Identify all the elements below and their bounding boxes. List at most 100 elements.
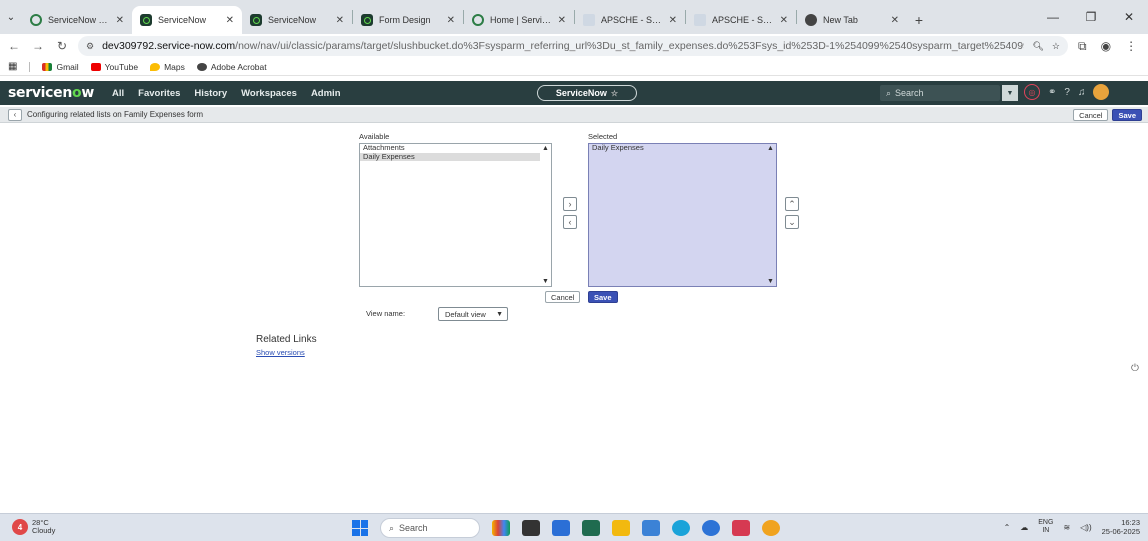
tab-servicenow[interactable]: ServiceNow ✕ [242, 6, 352, 34]
app-icon[interactable] [732, 520, 750, 536]
close-tab-icon[interactable]: ✕ [780, 15, 788, 26]
close-tab-icon[interactable]: ✕ [447, 15, 455, 26]
scrollbar[interactable]: ▲ ▼ [541, 144, 551, 286]
task-view-icon[interactable] [522, 520, 540, 536]
menu-workspaces[interactable]: Workspaces [241, 88, 297, 99]
show-versions-link[interactable]: Show versions [256, 348, 305, 357]
forward-arrow-icon[interactable]: → [28, 39, 48, 53]
help-icon[interactable]: ? [1064, 87, 1070, 98]
menu-admin[interactable]: Admin [311, 88, 341, 99]
tab-form-design[interactable]: Form Design ✕ [353, 6, 463, 34]
close-tab-icon[interactable]: ✕ [226, 15, 234, 26]
app-icon[interactable] [582, 520, 600, 536]
list-item[interactable]: Daily Expenses [360, 152, 540, 161]
chrome-icon [805, 14, 817, 26]
scroll-down-icon[interactable]: ▼ [542, 278, 549, 285]
servicenow-logo[interactable]: servicenow [8, 85, 94, 101]
menu-all[interactable]: All [112, 88, 124, 99]
chat-icon[interactable]: ⚭ [1048, 87, 1056, 98]
add-to-selected-button[interactable]: › [563, 197, 577, 211]
globe-icon[interactable]: ◎ [1024, 84, 1040, 100]
mail-icon[interactable] [642, 520, 660, 536]
bookmark-label: YouTube [104, 61, 139, 72]
cancel-button[interactable]: Cancel [545, 291, 581, 303]
header-save-button[interactable]: Save [1112, 109, 1142, 121]
close-tab-icon[interactable]: ✕ [558, 15, 566, 26]
site-info-icon[interactable]: ⚙ [86, 41, 94, 52]
volume-icon[interactable]: ◁)) [1080, 523, 1091, 532]
close-tab-icon[interactable]: ✕ [116, 15, 124, 26]
scrollbar[interactable]: ▲ ▼ [766, 144, 776, 286]
selected-list[interactable]: Daily Expenses ▲ ▼ [588, 143, 777, 287]
settings-sidebar-icon[interactable]: ⏻ [1131, 363, 1139, 374]
tab-new-tab[interactable]: New Tab ✕ [797, 6, 907, 34]
edge-icon[interactable] [672, 520, 690, 536]
bookmark-gmail[interactable]: Gmail [42, 62, 79, 72]
close-tab-icon[interactable]: ✕ [669, 15, 677, 26]
ms-store-icon[interactable] [552, 520, 570, 536]
scroll-up-icon[interactable]: ▲ [542, 145, 549, 152]
bookmark-label: Adobe Acrobat [210, 61, 267, 72]
tab-search-menu-icon[interactable]: ⌄ [0, 0, 22, 34]
scroll-up-icon[interactable]: ▲ [767, 145, 774, 152]
language-indicator[interactable]: ENG IN [1038, 519, 1053, 535]
bookmark-adobe-acrobat[interactable]: Adobe Acrobat [196, 61, 267, 72]
tab-apsche-1[interactable]: APSCHE - Smartl ✕ [575, 6, 685, 34]
chevron-up-icon[interactable]: ⌃ [1004, 523, 1011, 532]
new-tab-icon[interactable]: + [907, 6, 931, 34]
back-arrow-icon[interactable]: ← [4, 39, 24, 53]
url-field[interactable]: ⚙ dev309792.service-now.com/now/nav/ui/c… [78, 36, 1068, 56]
search-icon: ⌕ [886, 87, 892, 98]
restore-icon[interactable]: ❐ [1072, 10, 1110, 24]
bookmark-youtube[interactable]: YouTube [90, 61, 139, 72]
reload-icon[interactable]: ↻ [52, 39, 72, 53]
clock[interactable]: 16:23 25-06-2025 [1102, 518, 1140, 536]
close-tab-icon[interactable]: ✕ [336, 15, 344, 26]
tab-home-servicenow[interactable]: Home | ServiceN ✕ [464, 6, 574, 34]
avatar[interactable] [1093, 84, 1110, 100]
tab-servicenow-active[interactable]: ServiceNow ✕ [132, 6, 242, 34]
view-name-select[interactable]: Default view ▼ [438, 307, 508, 321]
bookmark-star-icon[interactable]: ☆ [1052, 41, 1060, 52]
close-tab-icon[interactable]: ✕ [891, 15, 899, 26]
chrome-icon[interactable] [762, 520, 780, 536]
tab-apsche-2[interactable]: APSCHE - Smartl ✕ [686, 6, 796, 34]
apps-grid-icon[interactable]: ▦ [8, 61, 17, 72]
zoom-icon[interactable]: 🔍︎ [1032, 41, 1043, 52]
widgets-icon[interactable] [492, 520, 510, 536]
more-menu-icon[interactable]: ⋮ [1125, 39, 1137, 54]
back-button[interactable]: ‹ [8, 108, 22, 121]
taskbar-search-input[interactable]: ⌕ Search [380, 518, 480, 538]
profile-icon[interactable]: ◉ [1101, 39, 1111, 54]
close-window-icon[interactable]: ✕ [1110, 10, 1148, 24]
adobe-acrobat-icon [196, 62, 207, 71]
star-icon[interactable]: ☆ [611, 89, 618, 98]
system-tray: ⌃ ☁ ENG IN ≋ ◁)) 16:23 25-06-2025 [1004, 518, 1140, 536]
bookmark-maps[interactable]: Maps [150, 62, 185, 72]
menu-favorites[interactable]: Favorites [138, 88, 180, 99]
weather-text: 28°C Cloudy [32, 519, 55, 535]
scope-pill[interactable]: ServiceNow ☆ [537, 85, 637, 101]
cloud-icon[interactable]: ☁ [1020, 523, 1028, 532]
global-search-input[interactable]: ⌕ Search [880, 85, 1000, 101]
windows-start-icon[interactable] [352, 520, 368, 536]
save-button[interactable]: Save [588, 291, 618, 303]
move-down-button[interactable]: ⌄ [785, 215, 799, 229]
servicenow-icon [361, 14, 373, 26]
move-up-button[interactable]: ⌃ [785, 197, 799, 211]
search-dropdown-icon[interactable]: ▼ [1002, 85, 1018, 101]
file-explorer-icon[interactable] [612, 520, 630, 536]
scroll-down-icon[interactable]: ▼ [767, 278, 774, 285]
available-list[interactable]: Attachments Daily Expenses ▲ ▼ [359, 143, 552, 287]
list-item[interactable]: Daily Expenses [589, 143, 776, 153]
wifi-icon[interactable]: ≋ [1063, 523, 1070, 532]
tab-servicenow-dev[interactable]: ServiceNow Deve ✕ [22, 6, 132, 34]
bell-icon[interactable]: ♫ [1078, 87, 1086, 98]
weather-widget[interactable]: 4 28°C Cloudy [12, 519, 55, 535]
extensions-icon[interactable]: ⧉ [1078, 39, 1087, 54]
minimize-icon[interactable]: — [1034, 10, 1072, 24]
remove-from-selected-button[interactable]: ‹ [563, 215, 577, 229]
header-cancel-button[interactable]: Cancel [1073, 109, 1109, 121]
copilot-icon[interactable] [702, 520, 720, 536]
menu-history[interactable]: History [194, 88, 227, 99]
